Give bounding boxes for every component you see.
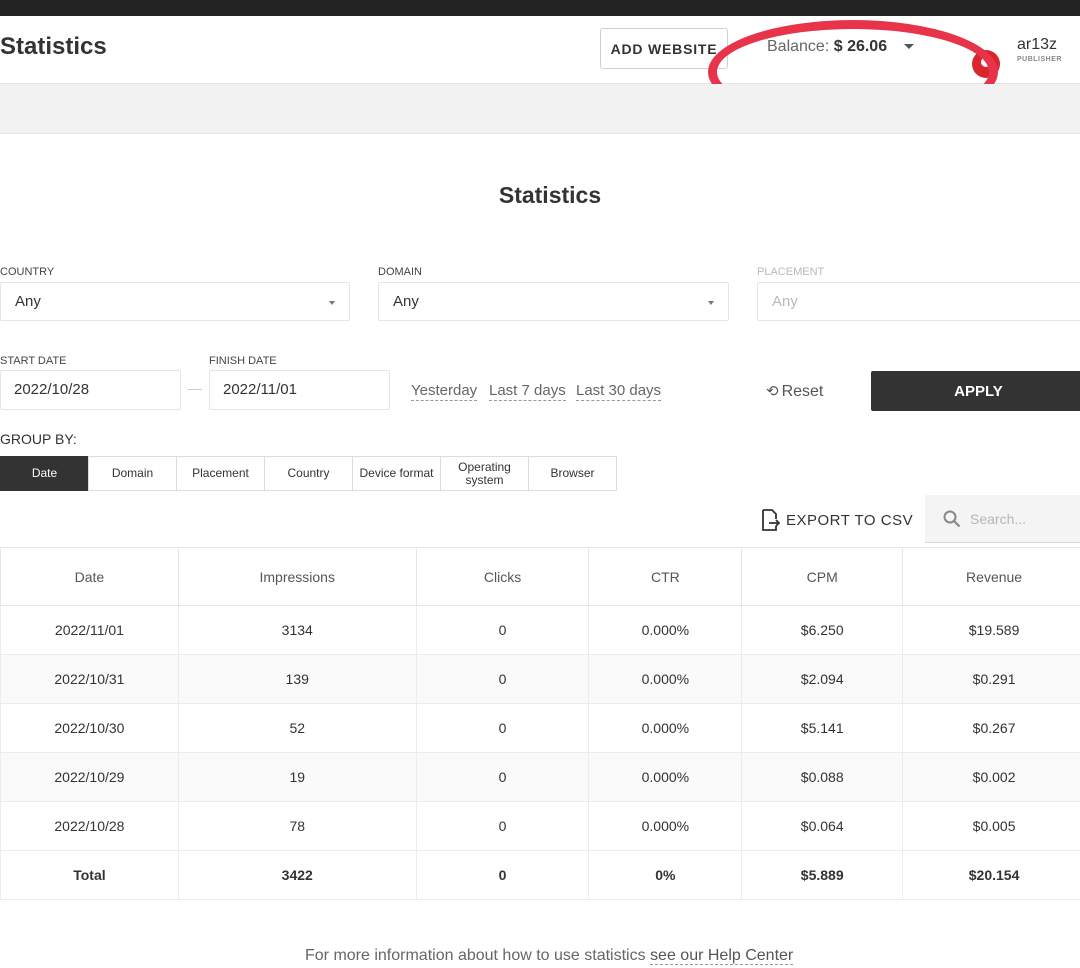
subheader-band <box>0 84 1080 134</box>
total-revenue: $20.154 <box>902 850 1080 900</box>
cell-clicks: 0 <box>415 703 590 753</box>
cell-ctr: 0.000% <box>588 801 743 851</box>
cell-ctr: 0.000% <box>588 605 743 655</box>
search-input[interactable] <box>970 507 1070 531</box>
help-center-link[interactable]: see our Help Center <box>650 947 794 965</box>
column-header-ctr[interactable]: CTR <box>588 547 743 606</box>
export-csv-button[interactable]: EXPORT TO CSV <box>760 509 913 531</box>
search-icon <box>943 510 961 528</box>
group-by-browser[interactable]: Browser <box>528 456 617 491</box>
country-value: Any <box>15 293 41 310</box>
export-csv-label: EXPORT TO CSV <box>786 511 914 529</box>
table-search[interactable] <box>925 495 1080 543</box>
start-date-input[interactable]: 2022/10/28 <box>0 370 181 410</box>
export-file-icon <box>762 509 780 531</box>
user-role: PUBLISHER <box>1017 56 1062 63</box>
cell-date: 2022/10/29 <box>0 752 179 802</box>
cell-ctr: 0.000% <box>588 654 743 704</box>
group-by-segmented-control: Date Domain Placement Country Device for… <box>0 456 617 491</box>
header-title: Statistics <box>0 33 107 60</box>
finish-date-label: FINISH DATE <box>209 355 277 367</box>
cell-cpm: $0.064 <box>741 801 904 851</box>
table-row: 2022/10/30 52 0 0.000% $5.141 $0.267 <box>0 703 1080 753</box>
placement-label: PLACEMENT <box>757 266 825 278</box>
table-header-row: Date Impressions Clicks CTR CPM Revenue <box>0 547 1080 606</box>
cell-ctr: 0.000% <box>588 703 743 753</box>
cell-revenue: $19.589 <box>902 605 1080 655</box>
cell-impressions: 78 <box>177 801 417 851</box>
total-impressions: 3422 <box>177 850 417 900</box>
cell-clicks: 0 <box>415 654 590 704</box>
chevron-down-icon <box>708 301 714 305</box>
help-footer-note: For more information about how to use st… <box>305 947 794 965</box>
reset-button[interactable]: ⟲ Reset <box>766 382 823 401</box>
username[interactable]: ar13z <box>1017 36 1057 54</box>
reset-icon: ⟲ <box>766 383 779 400</box>
placement-placeholder: Any <box>772 293 798 310</box>
total-ctr: 0% <box>588 850 743 900</box>
column-header-revenue[interactable]: Revenue <box>902 547 1080 606</box>
page-title: Statistics <box>498 182 602 208</box>
cell-impressions: 3134 <box>177 605 417 655</box>
statistics-table: Date Impressions Clicks CTR CPM Revenue … <box>0 547 1080 900</box>
total-cpm: $5.889 <box>741 850 904 900</box>
cell-date: 2022/10/31 <box>0 654 179 704</box>
column-header-impressions[interactable]: Impressions <box>177 547 417 606</box>
date-range-separator <box>188 389 202 390</box>
start-date-label: START DATE <box>0 355 67 367</box>
cell-impressions: 139 <box>177 654 417 704</box>
group-by-device-format[interactable]: Device format <box>352 456 441 491</box>
domain-label: DOMAIN <box>378 266 422 278</box>
group-by-country[interactable]: Country <box>264 456 353 491</box>
column-header-date[interactable]: Date <box>0 547 179 606</box>
group-by-date[interactable]: Date <box>0 456 89 491</box>
finish-date-input[interactable]: 2022/11/01 <box>209 370 390 410</box>
reset-label: Reset <box>781 383 824 400</box>
cell-revenue: $0.291 <box>902 654 1080 704</box>
cell-impressions: 52 <box>177 703 417 753</box>
quick-range-last-30-days[interactable]: Last 30 days <box>576 382 662 401</box>
quick-range-yesterday[interactable]: Yesterday <box>411 382 478 401</box>
cell-cpm: $6.250 <box>741 605 904 655</box>
quick-range-last-7-days[interactable]: Last 7 days <box>489 382 566 401</box>
cell-revenue: $0.002 <box>902 752 1080 802</box>
placement-select[interactable]: Any <box>757 282 1080 321</box>
table-row: 2022/10/28 78 0 0.000% $0.064 $0.005 <box>0 801 1080 851</box>
cell-cpm: $2.094 <box>741 654 904 704</box>
cell-cpm: $0.088 <box>741 752 904 802</box>
domain-value: Any <box>393 293 419 310</box>
cell-revenue: $0.005 <box>902 801 1080 851</box>
column-header-clicks[interactable]: Clicks <box>415 547 590 606</box>
cell-clicks: 0 <box>415 801 590 851</box>
apply-button[interactable]: APPLY <box>871 371 1080 411</box>
cell-clicks: 0 <box>415 605 590 655</box>
help-footer-text: For more information about how to use st… <box>305 947 646 964</box>
table-row: 2022/11/01 3134 0 0.000% $6.250 $19.589 <box>0 605 1080 655</box>
group-by-placement[interactable]: Placement <box>176 456 265 491</box>
cell-clicks: 0 <box>415 752 590 802</box>
table-total-row: Total 3422 0 0% $5.889 $20.154 <box>0 850 1080 900</box>
cell-date: 2022/10/30 <box>0 703 179 753</box>
device-status-bar <box>0 0 1080 16</box>
group-by-domain[interactable]: Domain <box>88 456 177 491</box>
table-row: 2022/10/29 19 0 0.000% $0.088 $0.002 <box>0 752 1080 802</box>
cell-date: 2022/10/28 <box>0 801 179 851</box>
country-select[interactable]: Any <box>0 282 350 321</box>
chevron-down-icon <box>329 301 335 305</box>
cell-cpm: $5.141 <box>741 703 904 753</box>
cell-revenue: $0.267 <box>902 703 1080 753</box>
cell-impressions: 19 <box>177 752 417 802</box>
group-by-label: GROUP BY: <box>0 431 77 447</box>
column-header-cpm[interactable]: CPM <box>741 547 904 606</box>
cell-date: 2022/11/01 <box>0 605 179 655</box>
country-label: COUNTRY <box>0 266 55 278</box>
total-clicks: 0 <box>415 850 590 900</box>
table-row: 2022/10/31 139 0 0.000% $2.094 $0.291 <box>0 654 1080 704</box>
domain-select[interactable]: Any <box>378 282 729 321</box>
group-by-operating-system[interactable]: Operating system <box>440 456 529 491</box>
cell-ctr: 0.000% <box>588 752 743 802</box>
total-label: Total <box>0 850 179 900</box>
